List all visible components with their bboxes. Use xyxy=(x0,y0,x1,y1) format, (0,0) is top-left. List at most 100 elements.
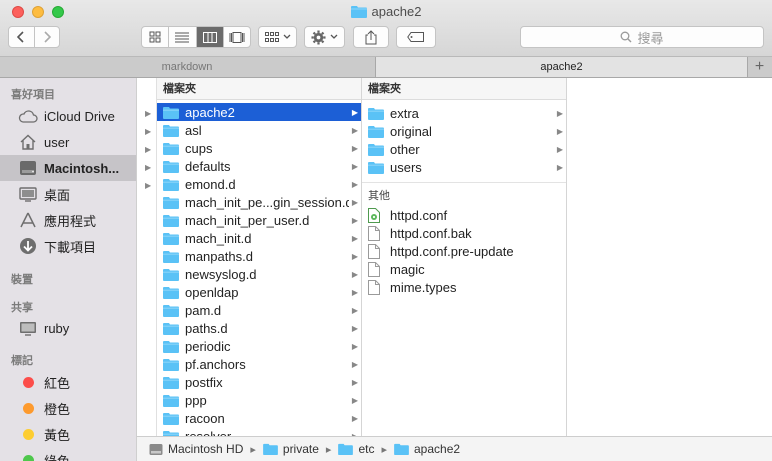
folder-row[interactable]: openldap ▶ xyxy=(157,283,361,301)
gallery-view-button[interactable] xyxy=(222,27,250,47)
file-row[interactable]: httpd.conf.pre-update xyxy=(362,242,566,260)
folder-icon xyxy=(163,231,179,245)
sidebar-item-label: ruby xyxy=(44,320,70,336)
folder-row[interactable]: original ▶ xyxy=(362,122,566,140)
back-forward-control[interactable] xyxy=(8,26,60,48)
column-parent[interactable]: ▶ ▶ ▶ ▶ ▶ xyxy=(137,78,157,436)
sidebar-item-ruby[interactable]: ruby xyxy=(0,315,136,341)
folder-row[interactable]: racoon ▶ xyxy=(157,409,361,427)
item-name: emond.d xyxy=(185,176,236,192)
folder-row[interactable]: apache2 ▶ xyxy=(157,103,361,121)
item-name: mach_init.d xyxy=(185,230,252,246)
path-item-label: private xyxy=(282,442,319,456)
view-mode-control[interactable] xyxy=(141,26,251,48)
item-name: openldap xyxy=(185,284,239,300)
chevron-down-icon xyxy=(283,34,290,39)
sidebar-tag-red[interactable]: 紅色 xyxy=(0,369,136,395)
folder-icon xyxy=(163,357,179,371)
sidebar-item-user[interactable]: user xyxy=(0,129,136,155)
sidebar-tag-orange[interactable]: 橙色 xyxy=(0,395,136,421)
file-row[interactable]: httpd.conf.bak xyxy=(362,224,566,242)
sidebar-item-macintosh-hd[interactable]: Macintosh... xyxy=(0,155,136,181)
new-tab-button[interactable]: + xyxy=(747,57,772,77)
folder-row[interactable]: asl ▶ xyxy=(157,121,361,139)
folder-icon xyxy=(394,443,409,455)
sidebar-item-desktop[interactable]: 桌面 xyxy=(0,181,136,207)
sidebar-item-label: 下載項目 xyxy=(44,239,97,255)
folder-icon xyxy=(338,443,354,455)
folder-row[interactable]: pf.anchors ▶ xyxy=(157,355,361,373)
back-button[interactable] xyxy=(9,27,34,47)
sidebar-heading-favorites: 喜好項目 xyxy=(11,89,55,101)
disclosure-arrow-icon: ▶ xyxy=(145,127,152,136)
folder-icon xyxy=(368,142,384,156)
folder-row[interactable]: periodic ▶ xyxy=(157,337,361,355)
disclosure-arrow-icon: ▶ xyxy=(351,269,359,279)
file-row[interactable]: mime.types xyxy=(362,278,566,296)
folder-row[interactable]: mach_init_per_user.d ▶ xyxy=(157,211,361,229)
folder-icon xyxy=(163,267,179,281)
folder-row[interactable]: paths.d ▶ xyxy=(157,319,361,337)
chevron-down-icon xyxy=(330,34,338,39)
sidebar-item-downloads[interactable]: 下載項目 xyxy=(0,233,136,259)
path-item-macintosh-hd[interactable]: Macintosh HD xyxy=(149,442,243,456)
disclosure-arrow-icon: ▶ xyxy=(351,143,359,153)
folder-row[interactable]: emond.d ▶ xyxy=(157,175,361,193)
item-name: users xyxy=(390,159,422,175)
disclosure-arrow-icon: ▶ xyxy=(351,323,359,333)
folder-row[interactable]: extra ▶ xyxy=(362,104,566,122)
column-apache2[interactable]: 檔案夾 extra ▶ original ▶ other ▶ users ▶ 其他 httpd… xyxy=(362,78,567,436)
search-field[interactable]: 搜尋 xyxy=(520,26,764,48)
path-separator-icon: ▸ xyxy=(325,443,332,456)
folder-icon xyxy=(163,393,179,407)
edit-tags-button[interactable] xyxy=(396,26,436,48)
folder-row[interactable]: mach_init_pe...gin_session.d ▶ xyxy=(157,193,361,211)
path-item-private[interactable]: private xyxy=(263,442,319,456)
action-button[interactable] xyxy=(304,26,345,48)
folder-row[interactable]: users ▶ xyxy=(362,158,566,176)
folder-row[interactable]: manpaths.d ▶ xyxy=(157,247,361,265)
chevron-left-icon xyxy=(17,31,24,43)
share-button[interactable] xyxy=(353,26,389,48)
folder-row[interactable]: defaults ▶ xyxy=(157,157,361,175)
document-icon xyxy=(368,243,384,259)
column-empty[interactable] xyxy=(567,78,772,436)
document-icon xyxy=(368,261,384,277)
file-row[interactable]: magic xyxy=(362,260,566,278)
icon-view-button[interactable] xyxy=(142,27,168,47)
item-name: cups xyxy=(185,140,213,156)
folder-row[interactable]: cups ▶ xyxy=(157,139,361,157)
folder-row[interactable]: pam.d ▶ xyxy=(157,301,361,319)
item-name: extra xyxy=(390,105,419,121)
sidebar-item-label: iCloud Drive xyxy=(44,108,115,124)
folder-row[interactable]: resolver ▶ xyxy=(157,427,361,436)
item-name: original xyxy=(390,123,432,139)
search-placeholder: 搜尋 xyxy=(637,30,664,46)
sidebar-item-applications[interactable]: 應用程式 xyxy=(0,207,136,233)
disclosure-arrow-icon: ▶ xyxy=(351,197,359,207)
sidebar-tag-green[interactable]: 綠色 xyxy=(0,447,136,461)
path-item-label: etc xyxy=(358,442,375,456)
tab-markdown[interactable]: markdown xyxy=(0,57,374,77)
section-divider xyxy=(362,182,566,183)
column-view-button[interactable] xyxy=(195,27,223,47)
downloads-icon xyxy=(18,237,38,255)
folder-row[interactable]: ppp ▶ xyxy=(157,391,361,409)
folder-row[interactable]: postfix ▶ xyxy=(157,373,361,391)
sidebar-item-icloud-drive[interactable]: iCloud Drive xyxy=(0,103,136,129)
file-row[interactable]: httpd.conf xyxy=(362,206,566,224)
tab-apache2[interactable]: apache2 xyxy=(375,57,748,77)
item-name: pf.anchors xyxy=(185,356,246,372)
arrange-button[interactable] xyxy=(258,26,297,48)
folder-icon xyxy=(368,160,384,174)
list-view-button[interactable] xyxy=(168,27,195,47)
forward-button[interactable] xyxy=(33,27,60,47)
path-item-apache2[interactable]: apache2 xyxy=(394,442,460,456)
folder-row[interactable]: mach_init.d ▶ xyxy=(157,229,361,247)
folder-row[interactable]: newsyslog.d ▶ xyxy=(157,265,361,283)
sidebar-tag-yellow[interactable]: 黃色 xyxy=(0,421,136,447)
path-item-etc[interactable]: etc xyxy=(338,442,374,456)
column-etc[interactable]: 檔案夾 apache2 ▶ asl ▶ cups ▶ defaults ▶ emond.d ▶ ma… xyxy=(157,78,362,436)
arrange-grid-icon xyxy=(264,32,279,42)
folder-row[interactable]: other ▶ xyxy=(362,140,566,158)
